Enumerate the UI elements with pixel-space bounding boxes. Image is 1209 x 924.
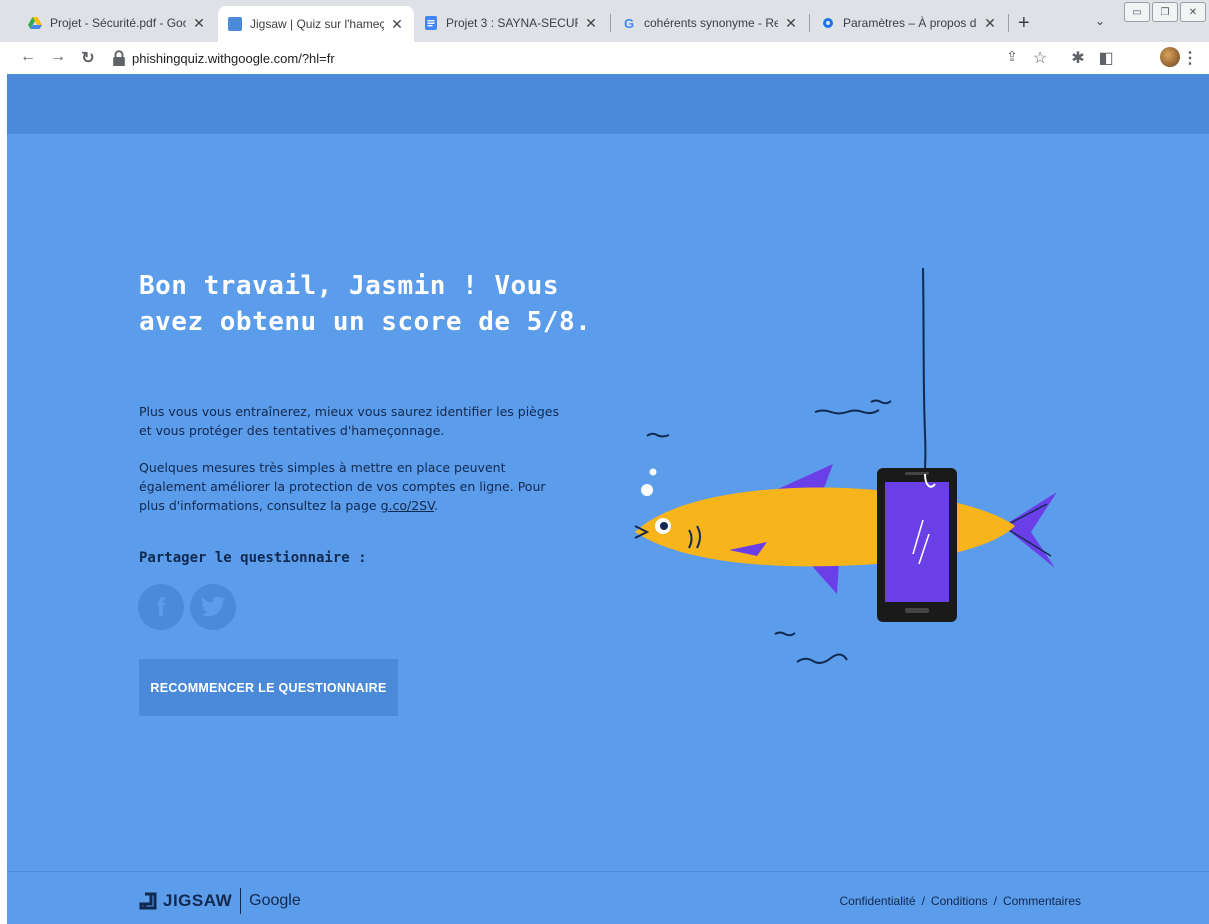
tab-parametres[interactable]: Paramètres – À propos de C ✕ [811,8,1007,38]
facebook-share-button[interactable]: f [138,584,184,630]
restart-quiz-button[interactable]: RECOMMENCER LE QUESTIONNAIRE [139,659,398,716]
close-tab-icon[interactable]: ✕ [983,15,997,32]
google-docs-icon [425,16,437,30]
security-paragraph: Quelques mesures très simples à mettre e… [139,458,559,515]
new-tab-icon[interactable]: + [1018,12,1030,35]
privacy-link[interactable]: Confidentialité [840,894,916,908]
share-label: Partager le questionnaire : [139,550,367,566]
tab-search-chevron-icon[interactable]: ⌄ [1095,14,1105,28]
footer-separator: / [921,894,925,908]
browser-tab-strip: Projet - Sécurité.pdf - Goog ✕ Jigsaw | … [0,0,1209,42]
page-header-bar [7,74,1209,134]
footer-links: Confidentialité / Conditions / Commentaires [840,894,1081,908]
back-arrow-icon[interactable]: ← [18,48,38,66]
phishing-fish-illustration [634,267,1057,664]
svg-text:G: G [624,16,634,30]
tab-jigsaw-quiz[interactable]: Jigsaw | Quiz sur l'hameçon ✕ [218,6,414,42]
quiz-result-page: Bon travail, Jasmin ! Vous avez obtenu u… [7,74,1209,924]
side-panel-icon[interactable]: ◧ [1096,48,1116,68]
restore-icon[interactable]: ❐ [1152,2,1178,22]
security-paragraph-end: . [434,498,439,513]
reload-icon[interactable]: ↻ [78,48,98,68]
logo-google-text: Google [249,892,301,909]
jigsaw-logo-icon [139,892,157,910]
minimize-icon[interactable]: ▭ [1124,2,1150,22]
tab-projet-3-sayna[interactable]: Projet 3 : SAYNA-SECURITE ✕ [414,8,608,38]
close-tab-icon[interactable]: ✕ [192,15,206,32]
close-tab-icon[interactable]: ✕ [784,15,798,32]
tab-title: Jigsaw | Quiz sur l'hameçon [250,17,384,31]
tab-separator [1008,14,1009,32]
twitter-icon [200,596,226,617]
practice-paragraph: Plus vous vous entraînerez, mieux vous s… [139,404,560,438]
window-controls: ▭ ❐ ✕ [1124,2,1206,22]
close-tab-icon[interactable]: ✕ [584,15,598,32]
twitter-share-button[interactable] [190,584,236,630]
close-tab-icon[interactable]: ✕ [390,16,404,33]
url-text: phishingquiz.withgoogle.com/?hl=fr [132,50,335,66]
tab-coherents-synonyme[interactable]: G cohérents synonyme - Rech ✕ [612,8,808,38]
footer-separator: / [993,894,997,908]
page-footer: JIGSAW Google Confidentialité / Conditions… [7,871,1209,924]
2sv-link[interactable]: g.co/2SV [381,498,434,513]
tab-title: Projet - Sécurité.pdf - Goog [50,16,186,30]
google-g-icon: G [624,16,634,30]
terms-link[interactable]: Conditions [931,894,988,908]
tab-separator [809,14,810,32]
jigsaw-google-logo[interactable]: JIGSAW Google [139,888,301,914]
logo-divider [240,888,242,914]
logo-jigsaw-text: JIGSAW [163,891,233,910]
profile-avatar[interactable] [1160,47,1180,67]
close-window-icon[interactable]: ✕ [1180,2,1206,22]
tab-separator [610,14,611,32]
menu-kebab-icon[interactable]: ⋮ [1180,48,1200,68]
bookmark-star-icon[interactable]: ☆ [1030,48,1050,68]
tab-projet-securite-pdf[interactable]: Projet - Sécurité.pdf - Goog ✕ [18,8,216,38]
feedback-link[interactable]: Commentaires [1003,894,1081,908]
result-headline: Bon travail, Jasmin ! Vous avez obtenu u… [139,271,592,337]
extensions-puzzle-icon[interactable]: ✱ [1068,48,1088,68]
tab-title: Paramètres – À propos de C [843,16,977,30]
facebook-icon: f [156,591,166,622]
settings-gear-icon [823,18,833,28]
lock-icon [113,50,125,67]
address-bar[interactable]: phishingquiz.withgoogle.com/?hl=fr [112,46,992,70]
security-paragraph-text: Quelques mesures très simples à mettre e… [139,460,546,513]
share-page-icon[interactable]: ⇪ [1002,48,1022,65]
jigsaw-icon [228,17,242,31]
tab-title: cohérents synonyme - Rech [644,16,778,30]
tab-title: Projet 3 : SAYNA-SECURITE [446,16,578,30]
browser-toolbar: ← → ↻ phishingquiz.withgoogle.com/?hl=fr… [0,42,1209,74]
google-drive-icon [28,17,42,29]
forward-arrow-icon[interactable]: → [48,48,68,66]
